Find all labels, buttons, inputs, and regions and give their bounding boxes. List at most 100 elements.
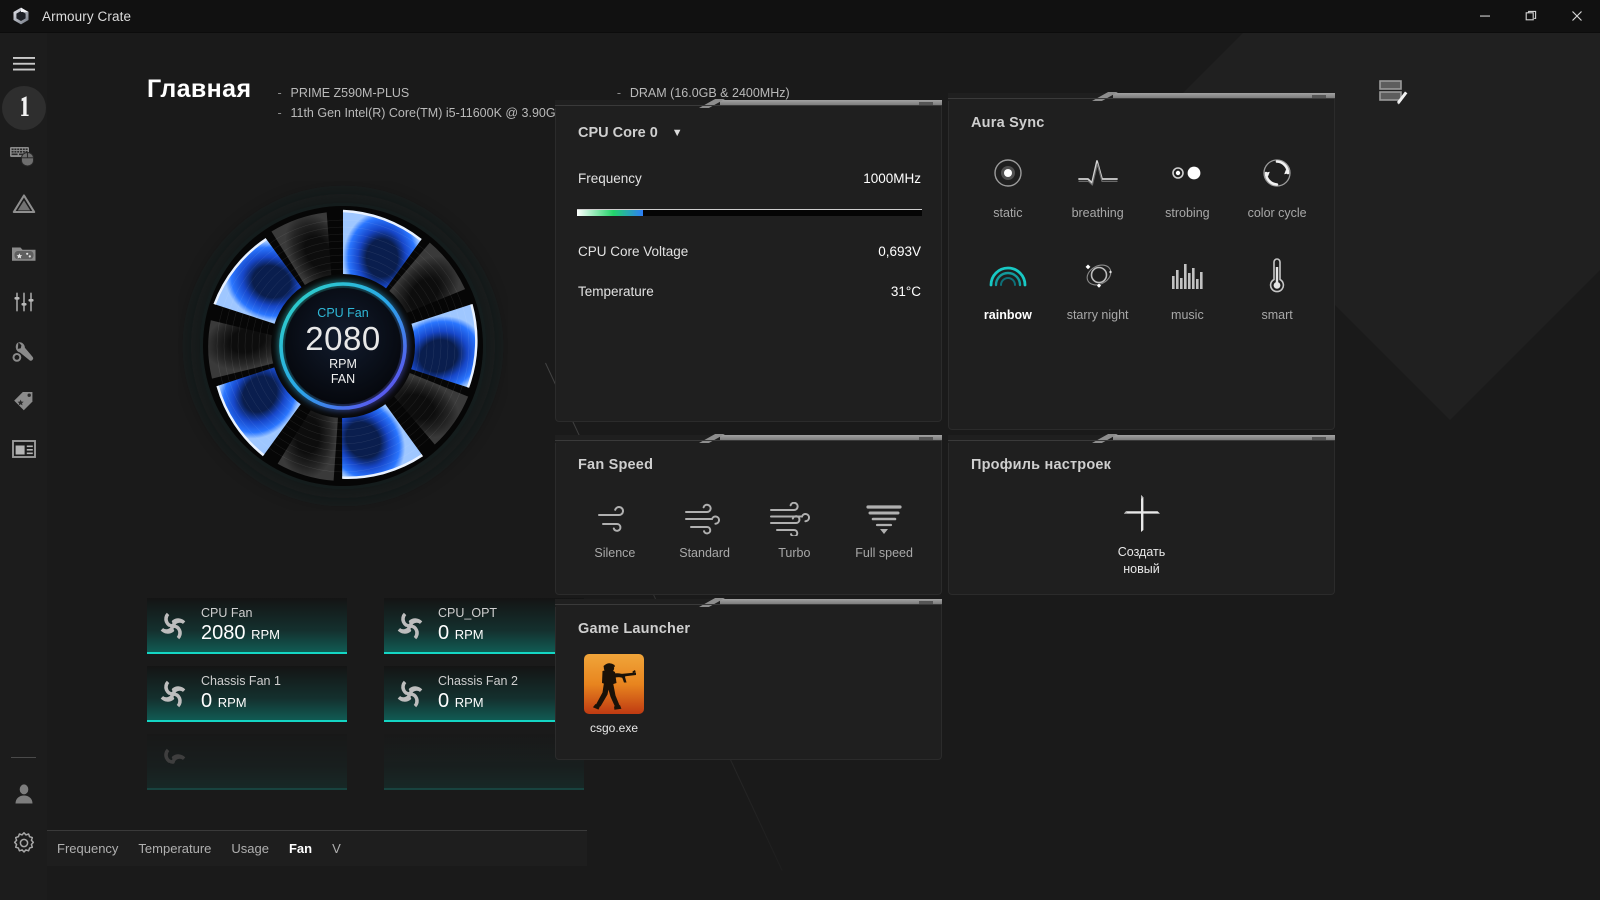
info-dashboard-icon: [13, 93, 35, 124]
cpu-core-label: CPU Core 0: [578, 125, 658, 141]
cpu-core-selector[interactable]: CPU Core 0 ▼: [578, 125, 683, 141]
panel-resize-handle[interactable]: [1312, 437, 1326, 440]
fan-speed-title: Fan Speed: [578, 457, 654, 473]
fan-rpm: 0: [438, 690, 450, 712]
system-info-col-1: - PRIME Z590M-PLUS -11th Gen Intel(R) Cor…: [277, 83, 570, 123]
sidebar-item-settings[interactable]: [0, 821, 47, 870]
fan-icon: [384, 675, 436, 713]
aura-effect-starry-night[interactable]: starry night: [1053, 248, 1143, 322]
fan-mode-standard[interactable]: Standard: [660, 496, 750, 560]
fan-card-partial[interactable]: [147, 734, 347, 790]
settings-profile-panel: Профиль настроек Создать новый: [948, 434, 1335, 595]
fan-name: Chassis Fan 1: [201, 674, 281, 688]
fan-gauge[interactable]: CPU Fan 2080 RPM FAN: [133, 161, 553, 531]
sidebar-item-tools[interactable]: [0, 329, 47, 378]
fan-icon: [147, 675, 199, 713]
create-label-line2: новый: [1123, 562, 1160, 576]
thermometer-icon: [1232, 248, 1322, 302]
aura-effect-breathing[interactable]: breathing: [1053, 146, 1143, 220]
edit-layout-button[interactable]: [1376, 73, 1410, 112]
fan-mode-turbo[interactable]: Turbo: [750, 496, 840, 560]
dram-info: DRAM (16.0GB & 2400MHz): [629, 86, 790, 100]
left-navigation-rail: [0, 33, 47, 900]
frequency-row: Frequency 1000MHz: [578, 171, 921, 186]
create-label-line1: Создать: [1117, 545, 1166, 559]
aura-effect-rainbow[interactable]: rainbow: [963, 248, 1053, 322]
fan-speed-modes: Silence Standard Turbo Full speed: [570, 496, 929, 560]
tab-frequency[interactable]: Frequency: [47, 841, 128, 856]
minimize-button[interactable]: [1462, 0, 1508, 33]
sidebar-item-featured[interactable]: [0, 378, 47, 427]
wind-full-icon: [839, 496, 929, 542]
fan-card-chassis-fan-2[interactable]: Chassis Fan 2 0 RPM: [384, 666, 584, 722]
sidebar-item-game-library[interactable]: [0, 231, 47, 280]
system-info-line: - PRIME Z590M-PLUS: [277, 83, 570, 103]
aura-effect-label: rainbow: [983, 308, 1032, 322]
panel-resize-handle[interactable]: [1312, 95, 1326, 98]
sidebar-item-dashboard[interactable]: [0, 84, 47, 133]
sidebar-item-user-account[interactable]: [0, 772, 47, 821]
maximize-restore-button[interactable]: [1508, 0, 1554, 33]
page-title: Главная: [147, 75, 252, 103]
fan-mode-full-speed[interactable]: Full speed: [839, 496, 929, 560]
aura-effect-music[interactable]: music: [1143, 248, 1233, 322]
fan-value: 0 RPM: [438, 621, 497, 647]
temperature-row: Temperature 31°C: [578, 284, 921, 299]
aura-effect-label: starry night: [1066, 308, 1129, 322]
edit-layout-icon: [1379, 80, 1408, 105]
sidebar-item-devices[interactable]: [0, 133, 47, 182]
fan-card-partial[interactable]: [384, 734, 584, 790]
panel-resize-handle[interactable]: [919, 601, 933, 604]
game-name: csgo.exe: [589, 721, 639, 735]
game-launcher-panel: Game Launcher csgo.exe: [555, 598, 942, 760]
tab-voltage[interactable]: V: [322, 841, 351, 856]
voltage-row: CPU Core Voltage 0,693V: [578, 244, 921, 259]
panel-resize-handle[interactable]: [919, 102, 933, 105]
panel-resize-handle[interactable]: [919, 437, 933, 440]
fan-card-cpu-fan[interactable]: CPU Fan 2080 RPM: [147, 598, 347, 654]
motherboard-model: PRIME Z590M-PLUS: [290, 86, 410, 100]
fan-gauge-graphic: [191, 194, 495, 498]
aura-effect-strobing[interactable]: strobing: [1143, 146, 1233, 220]
aura-sync-title: Aura Sync: [971, 115, 1045, 131]
fan-icon: [147, 743, 199, 781]
fan-value: 2080 RPM: [201, 621, 280, 647]
fan-rpm: 0: [438, 622, 450, 644]
aura-effect-color-cycle[interactable]: color cycle: [1232, 146, 1322, 220]
fan-card-chassis-fan-1[interactable]: Chassis Fan 1 0 RPM: [147, 666, 347, 722]
fan-mode-label: Turbo: [778, 546, 811, 560]
tab-fan[interactable]: Fan: [279, 841, 322, 856]
csgo-soldier-icon: [584, 654, 644, 714]
tab-usage[interactable]: Usage: [221, 841, 279, 856]
create-new-profile-button[interactable]: Создать новый: [949, 490, 1334, 578]
fan-name: CPU_OPT: [438, 606, 498, 620]
game-library-icon: [10, 242, 38, 269]
bullet-dash: -: [616, 86, 622, 100]
scenario-sliders-icon: [12, 290, 36, 319]
sidebar-item-aura-sync[interactable]: [0, 182, 47, 231]
game-launcher-item[interactable]: csgo.exe: [581, 654, 647, 735]
hamburger-menu-icon[interactable]: [0, 44, 47, 84]
sidebar-item-news[interactable]: [0, 427, 47, 476]
aura-effect-static[interactable]: static: [963, 146, 1053, 220]
temperature-value: 31°C: [890, 284, 921, 299]
plus-icon: [949, 490, 1334, 536]
frequency-value: 1000MHz: [863, 171, 921, 186]
music-bars-icon: [1143, 248, 1233, 302]
fan-unit: RPM: [217, 695, 247, 710]
aura-effect-label: color cycle: [1247, 206, 1307, 220]
cpu-core-panel: CPU Core 0 ▼ Frequency 1000MHz CPU Core …: [555, 99, 942, 422]
fan-card-cpu-opt[interactable]: CPU_OPT 0 RPM: [384, 598, 584, 654]
wind-medium-icon: [660, 496, 750, 542]
breathing-wave-icon: [1053, 146, 1143, 200]
fan-value: 0 RPM: [438, 689, 518, 715]
sidebar-item-scenario-profiles[interactable]: [0, 280, 47, 329]
aura-effect-smart[interactable]: smart: [1232, 248, 1322, 322]
tab-temperature[interactable]: Temperature: [128, 841, 221, 856]
fan-unit: RPM: [251, 627, 280, 642]
fan-card-text: CPU Fan 2080 RPM: [199, 605, 280, 647]
fan-mode-label: Silence: [594, 546, 636, 560]
fan-mode-silence[interactable]: Silence: [570, 496, 660, 560]
close-button[interactable]: [1554, 0, 1600, 33]
cpu-model: 11th Gen Intel(R) Core(TM) i5-11600K @ 3…: [290, 106, 571, 120]
